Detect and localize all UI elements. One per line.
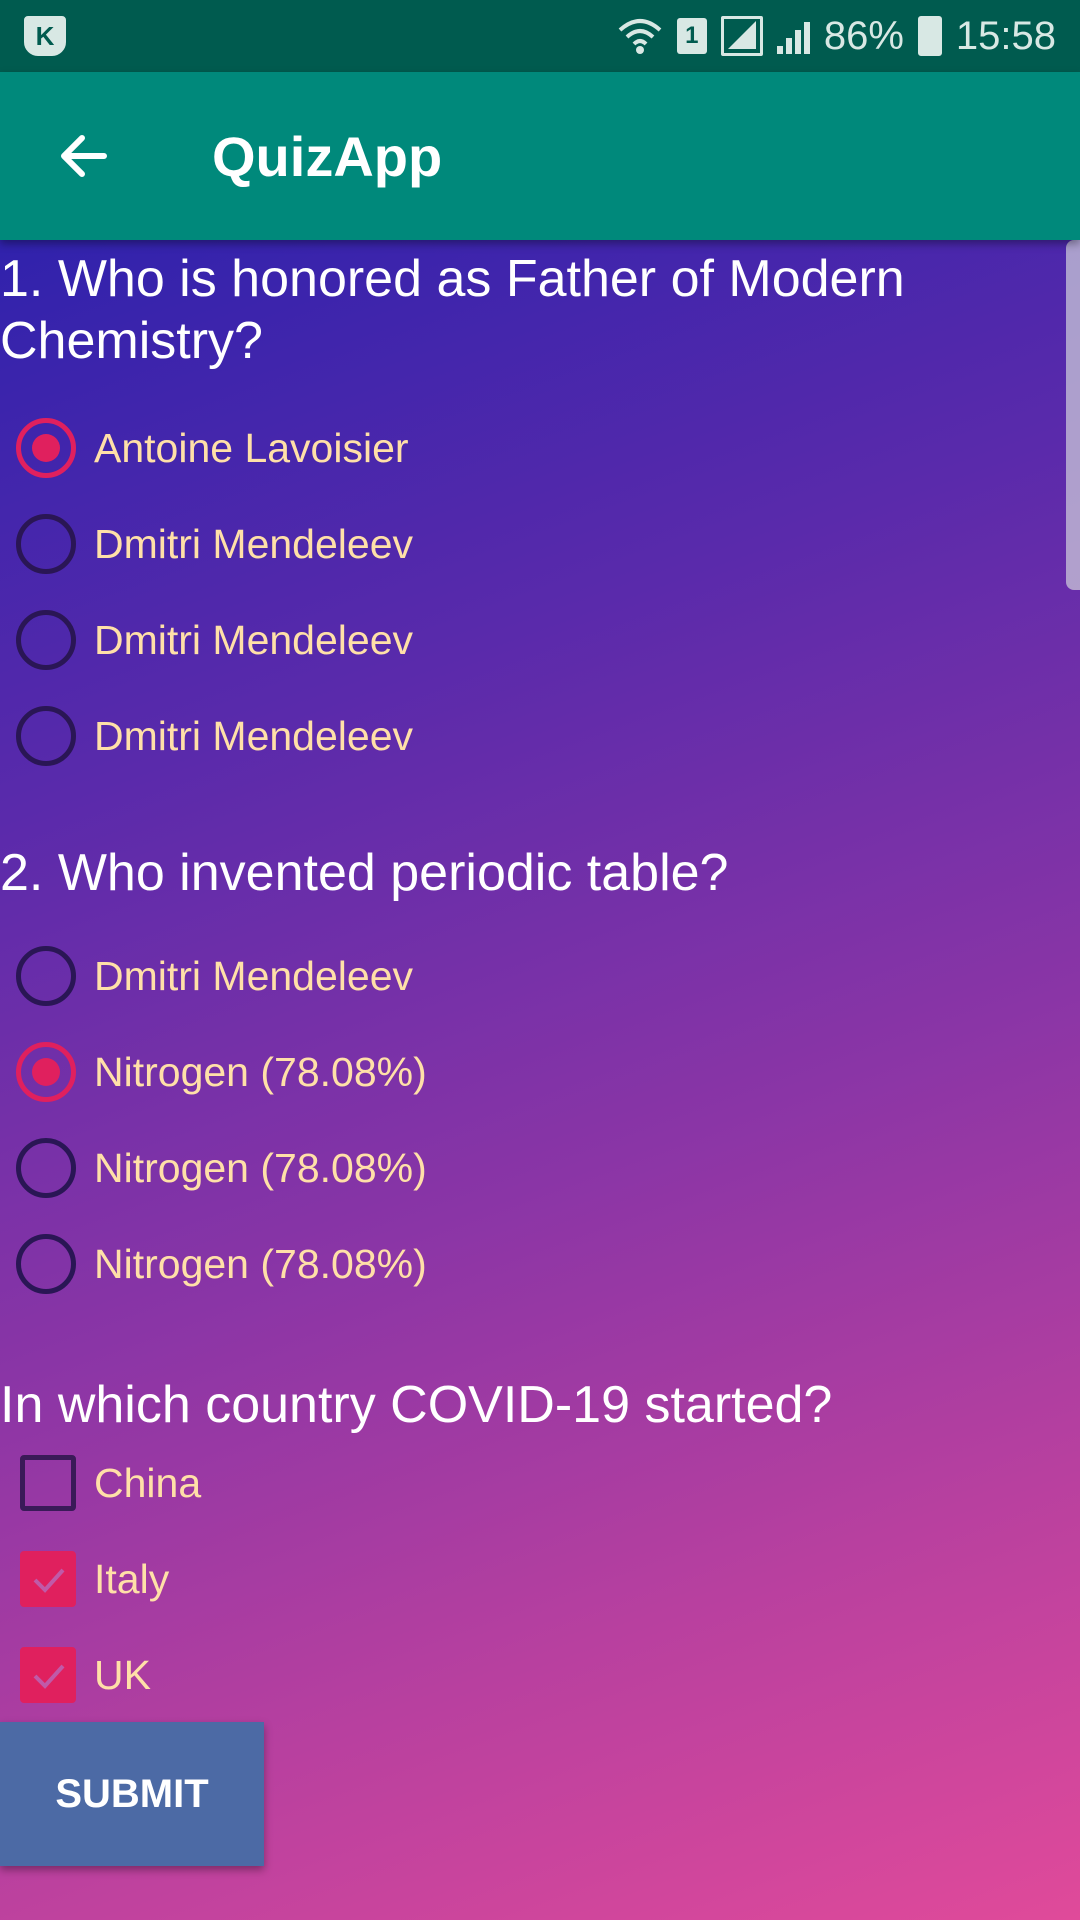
app-title: QuizApp [212,124,443,188]
option-label: Dmitri Mendeleev [94,616,413,663]
sim-icon: 1 [676,18,707,54]
radio-button-checked[interactable] [16,1042,76,1102]
option-label: Dmitri Mendeleev [94,712,413,759]
option-label: Nitrogen (78.08%) [94,1048,427,1095]
question-3-option-2[interactable]: Italy [16,1539,169,1619]
option-label: UK [94,1651,151,1698]
app-bar: QuizApp [0,72,1080,240]
quiz-content[interactable]: 1. Who is honored as Father of Modern Ch… [0,240,1080,1920]
question-1-option-2[interactable]: Dmitri Mendeleev [16,504,413,584]
question-1-text: 1. Who is honored as Father of Modern Ch… [0,250,905,370]
question-2-option-1[interactable]: Dmitri Mendeleev [16,936,413,1016]
status-icons: 1 86% 15:58 [617,14,1056,59]
option-label: Nitrogen (78.08%) [94,1144,427,1191]
checkbox-checked[interactable] [20,1647,76,1703]
radio-button[interactable] [16,1138,76,1198]
question-3-option-3[interactable]: UK [16,1635,151,1715]
question-2-option-3[interactable]: Nitrogen (78.08%) [16,1128,427,1208]
question-3-text: In which country COVID-19 started? [0,1376,833,1434]
option-label: China [94,1459,202,1506]
checkmark-icon [33,1568,65,1593]
signal-bars-icon [776,18,810,54]
checkmark-icon [33,1664,65,1689]
question-1-option-3[interactable]: Dmitri Mendeleev [16,600,413,680]
scrollbar[interactable] [1066,240,1080,590]
signal-icon [720,16,763,56]
wifi-icon [618,19,662,54]
status-bar: K 1 86% 15:58 [0,0,1080,72]
option-label: Italy [94,1555,170,1602]
radio-button[interactable] [16,610,76,670]
question-2-option-4[interactable]: Nitrogen (78.08%) [16,1224,427,1304]
question-1-option-1[interactable]: Antoine Lavoisier [16,408,409,488]
arrow-left-icon[interactable] [54,126,114,186]
checkbox-checked[interactable] [20,1551,76,1607]
radio-button[interactable] [16,1234,76,1294]
battery-percent: 86% [823,13,904,58]
question-2-option-2[interactable]: Nitrogen (78.08%) [16,1032,427,1112]
battery-icon [917,16,942,56]
status-time: 15:58 [955,13,1056,58]
checkbox[interactable] [20,1455,76,1511]
radio-button[interactable] [16,514,76,574]
option-label: Dmitri Mendeleev [94,952,413,999]
submit-button[interactable]: SUBMIT [0,1722,264,1866]
radio-button-checked[interactable] [16,418,76,478]
option-label: Dmitri Mendeleev [94,520,413,567]
question-3-option-1[interactable]: China [16,1443,201,1523]
radio-button[interactable] [16,706,76,766]
option-label: Nitrogen (78.08%) [94,1240,427,1287]
question-1-option-4[interactable]: Dmitri Mendeleev [16,696,413,776]
k-app-icon: K [24,16,66,56]
radio-button[interactable] [16,946,76,1006]
option-label: Antoine Lavoisier [94,424,409,471]
question-2-text: 2. Who invented periodic table? [0,844,729,902]
